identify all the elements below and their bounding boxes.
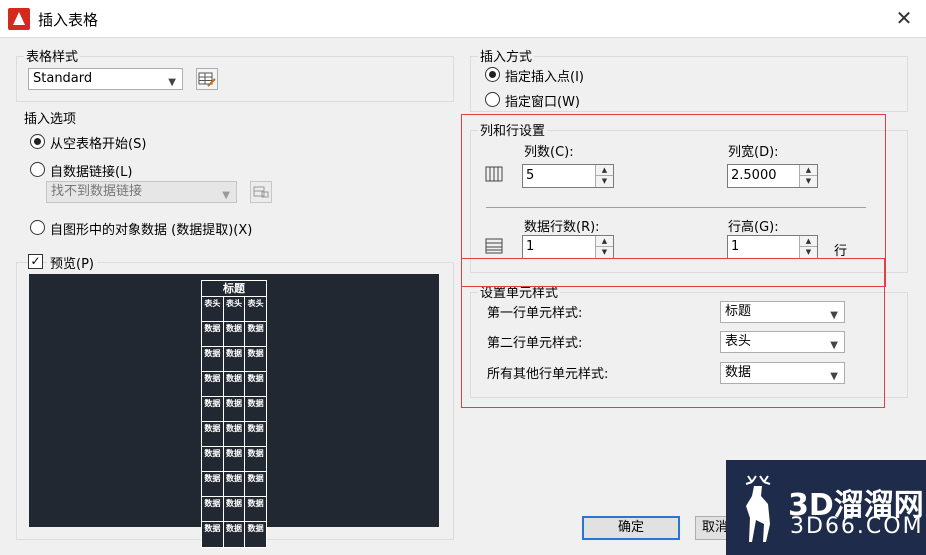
datalink-icon: [253, 186, 269, 198]
datalink-manager-button[interactable]: [250, 181, 272, 203]
preview-table-row: 数据 数据 数据: [202, 472, 266, 497]
preview-table-row: 数据 数据 数据: [202, 347, 266, 372]
autocad-logo-icon: [8, 8, 30, 30]
preview-cell: 数据: [202, 497, 224, 521]
object-data-label: 自图形中的对象数据 (数据提取)(X): [50, 223, 253, 238]
preview-cell: 数据: [224, 372, 246, 396]
highlight-box-cell-style: [461, 258, 885, 408]
preview-cell: 数据: [202, 447, 224, 471]
watermark: 3D溜溜网 3D66.COM: [726, 460, 926, 555]
preview-cell: 数据: [247, 474, 264, 483]
window-title: 插入表格: [38, 11, 99, 29]
preview-cell: 数据: [202, 347, 224, 371]
preview-cell: 数据: [247, 399, 264, 408]
close-icon[interactable]: ✕: [890, 4, 918, 32]
preview-cell: 数据: [224, 497, 246, 521]
launch-table-style-button[interactable]: [196, 68, 218, 90]
insert-window-label: 指定窗口(W): [505, 95, 580, 110]
preview-table-row: 数据 数据 数据: [202, 422, 266, 447]
preview-cell: 数据: [224, 347, 246, 371]
empty-table-radio[interactable]: [30, 134, 45, 149]
preview-cell: 数据: [202, 472, 224, 496]
table-style-value: Standard: [33, 71, 93, 86]
preview-cell: 数据: [202, 522, 224, 547]
preview-cell: 数据: [202, 422, 224, 446]
table-edit-icon: [198, 72, 216, 87]
preview-table-row: 数据 数据 数据: [202, 372, 266, 397]
title-bar: 插入表格 ✕: [0, 0, 926, 38]
object-data-radio[interactable]: [30, 220, 45, 235]
ok-button[interactable]: 确定: [582, 516, 680, 540]
preview-cell: 数据: [247, 424, 264, 433]
insert-point-label: 指定插入点(I): [505, 70, 584, 85]
datalink-value: 找不到数据链接: [51, 184, 143, 199]
preview-cell: 数据: [224, 422, 246, 446]
preview-cell: 数据: [224, 522, 246, 547]
preview-cell: 数据: [224, 447, 246, 471]
datalink-select[interactable]: 找不到数据链接 ▼: [46, 181, 237, 203]
deer-logo-icon: [745, 475, 771, 542]
preview-table-row: 数据 数据 数据: [202, 522, 266, 547]
preview-cell: 数据: [224, 397, 246, 421]
insert-method-label: 插入方式: [478, 46, 535, 65]
datalink-label: 自数据链接(L): [50, 165, 133, 180]
preview-table: 标题 表头 表头 表头 数据 数据 数据 数据 数据 数据 数据 数据 数据 数据 数据 数据 …: [201, 280, 267, 548]
preview-table-title: 标题: [202, 281, 266, 297]
preview-table-row: 数据 数据 数据: [202, 497, 266, 522]
watermark-site: 3D66.COM: [790, 514, 924, 539]
preview-cell: 数据: [247, 524, 264, 533]
preview-header-cell: 表头: [247, 299, 264, 308]
insert-options-label: 插入选项: [24, 112, 77, 127]
preview-cell: 数据: [247, 499, 264, 508]
chevron-down-icon: ▼: [168, 77, 176, 88]
preview-cell: 数据: [247, 374, 264, 383]
preview-cell: 数据: [247, 324, 264, 333]
datalink-radio[interactable]: [30, 162, 45, 177]
preview-table-row: 数据 数据 数据: [202, 447, 266, 472]
table-style-select[interactable]: Standard ▼: [28, 68, 183, 90]
preview-cell: 数据: [202, 372, 224, 396]
preview-table-row: 数据 数据 数据: [202, 322, 266, 347]
preview-table-row: 数据 数据 数据: [202, 397, 266, 422]
preview-header-cell: 表头: [202, 297, 224, 321]
preview-cell: 数据: [224, 472, 246, 496]
preview-cell: 数据: [202, 322, 224, 346]
preview-table-header-row: 表头 表头 表头: [202, 297, 266, 322]
table-style-label: 表格样式: [24, 46, 81, 65]
preview-cell: 数据: [247, 349, 264, 358]
insert-point-radio[interactable]: [485, 67, 500, 82]
preview-header-cell: 表头: [224, 297, 246, 321]
preview-cell: 数据: [224, 322, 246, 346]
preview-label: 预览(P): [47, 253, 97, 272]
preview-cell: 数据: [202, 397, 224, 421]
preview-cell: 数据: [247, 449, 264, 458]
insert-window-radio[interactable]: [485, 92, 500, 107]
chevron-down-icon: ▼: [222, 190, 230, 201]
preview-checkbox[interactable]: ✓: [28, 254, 43, 269]
empty-table-label: 从空表格开始(S): [50, 137, 147, 152]
